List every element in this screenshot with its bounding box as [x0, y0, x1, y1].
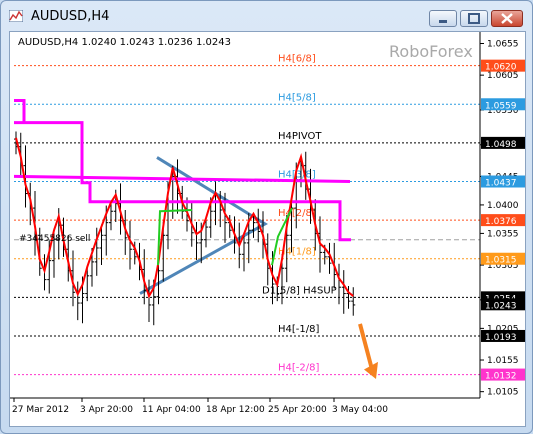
- price-tick-label: 1.0105: [487, 388, 519, 398]
- symbol-info: AUDUSD,H4 1.0240 1.0243 1.0236 1.0243: [18, 37, 231, 48]
- price-bar: [128, 220, 132, 270]
- time-label: 18 Apr 12:00: [206, 405, 265, 415]
- chart-area[interactable]: H4[6/8] H4[5/8] H4PIVOT H4[3/8] H4[2/8] H4[1/…: [9, 31, 526, 427]
- minimize-icon: [439, 20, 447, 23]
- roboforex-watermark: RoboForex: [389, 42, 473, 61]
- price-tag-text: 1.0559: [485, 101, 517, 111]
- close-icon: [501, 13, 513, 24]
- price-tick-label: 1.0355: [487, 229, 519, 239]
- price-tag-text: 1.0376: [485, 217, 517, 227]
- level-label: H4[6/8]: [278, 54, 316, 65]
- minimize-button[interactable]: [429, 10, 457, 27]
- level-label: H4[-1/8]: [278, 324, 319, 335]
- price-bar: [194, 222, 199, 260]
- price-tag-text: 1.0498: [485, 140, 517, 150]
- order-annotation: #34455826 sell: [19, 234, 90, 244]
- price-chart[interactable]: H4[6/8]H4[5/8]H4PIVOTH4[3/8]H4[2/8]H4[1/…: [10, 32, 525, 426]
- price-tag-text: 1.0437: [485, 178, 517, 188]
- time-label: 11 Apr 04:00: [142, 405, 201, 415]
- window-title: AUDUSD,H4: [31, 9, 110, 24]
- time-label: 3 Apr 20:00: [80, 405, 133, 415]
- price-bar: [337, 263, 341, 305]
- price-tick-label: 1.0655: [487, 39, 519, 49]
- level-label: H4PIVOT: [278, 131, 322, 142]
- price-bar: [147, 279, 151, 323]
- price-bar: [213, 181, 218, 226]
- price-bar: [75, 281, 80, 321]
- time-label: 3 May 04:00: [332, 405, 388, 415]
- price-tag-text: 1.0132: [485, 372, 517, 382]
- chart-window: AUDUSD,H4 H4[6/8] H4[5/8] H4PIVOT H4[3/8] H4…: [0, 0, 533, 434]
- price-tick-label: 1.0400: [487, 201, 519, 211]
- level-label: H4[5/8]: [278, 92, 316, 103]
- chart-window-icon: [9, 10, 23, 22]
- maximize-button[interactable]: [460, 10, 488, 27]
- level-label: H4[-2/8]: [278, 363, 319, 374]
- price-tag-text: 1.0315: [485, 256, 517, 266]
- price-tag-text: 1.0620: [485, 63, 517, 73]
- time-label: 25 Apr 20:00: [268, 405, 327, 415]
- current-price-text: 1.0243: [485, 301, 517, 311]
- price-tick-label: 1.0155: [487, 356, 519, 366]
- price-bar: [341, 270, 346, 314]
- time-label: 27 Mar 2012: [12, 405, 69, 415]
- price-tag-text: 1.0193: [485, 333, 517, 343]
- maximize-icon: [468, 13, 480, 24]
- forecast-arrow-shaft: [358, 323, 374, 371]
- level-label: D1[5/8] H4SUP: [262, 285, 337, 296]
- close-button[interactable]: [491, 10, 523, 27]
- title-bar[interactable]: AUDUSD,H4: [1, 1, 532, 31]
- price-bar: [351, 287, 356, 316]
